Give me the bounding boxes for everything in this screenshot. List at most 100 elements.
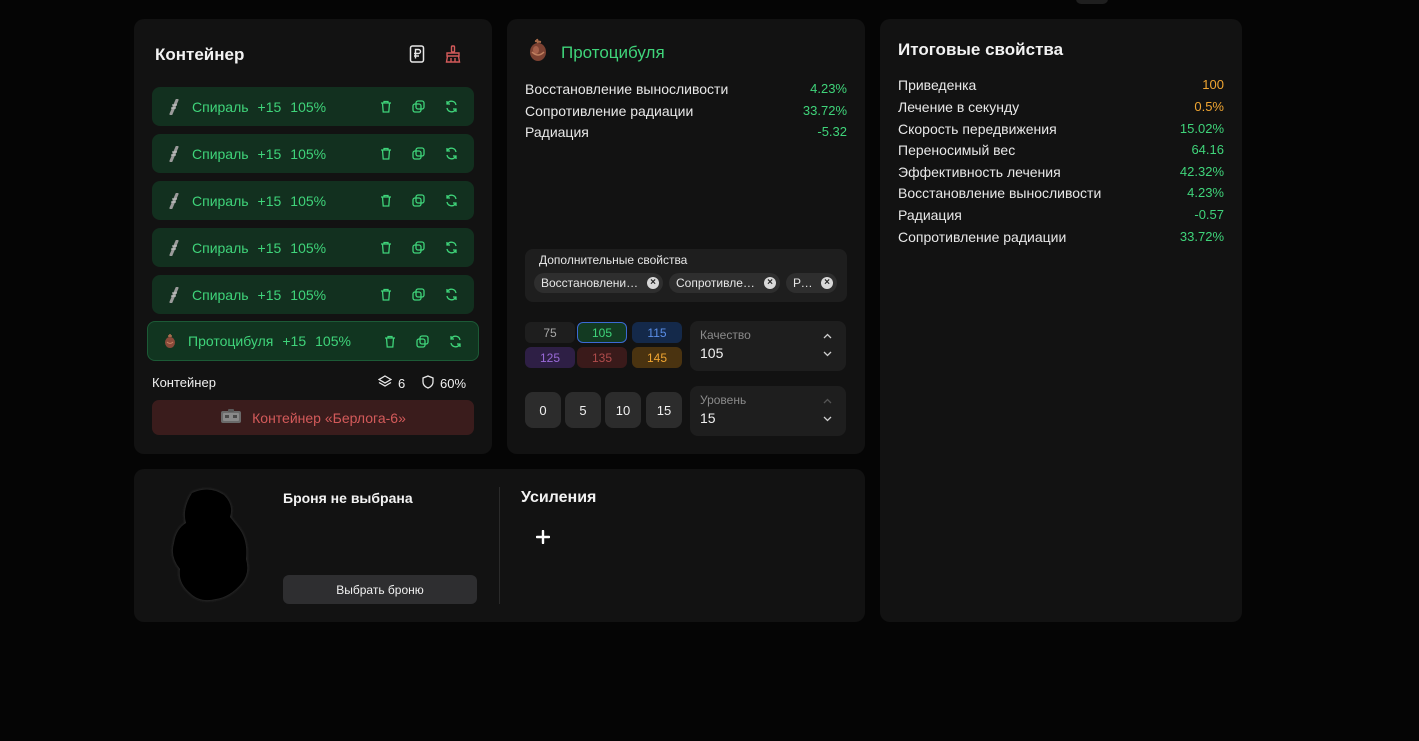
copy-icon[interactable] xyxy=(410,98,427,115)
refresh-icon[interactable] xyxy=(447,333,464,350)
summary-label: Восстановление выносливости xyxy=(898,185,1102,201)
property-label: Восстановление выносливости xyxy=(525,81,729,97)
close-icon[interactable]: × xyxy=(821,277,833,289)
extra-property-chip[interactable]: Восстановление выносливости × xyxy=(534,273,663,293)
summary-value: 4.23% xyxy=(1187,185,1224,200)
level-option-10[interactable]: 10 xyxy=(605,392,641,428)
property-value: 4.23% xyxy=(810,81,847,96)
trash-icon[interactable] xyxy=(381,333,398,350)
quality-stepper[interactable]: Качество 105 xyxy=(690,321,846,371)
artifact-property-row: Сопротивление радиации 33.72% xyxy=(525,103,847,119)
property-label: Сопротивление радиации xyxy=(525,103,694,119)
summary-panel: Итоговые свойства Приведенка 100 Лечение в… xyxy=(880,19,1242,622)
broom-icon[interactable] xyxy=(443,44,463,64)
chevron-up-icon[interactable] xyxy=(822,396,832,406)
slot-item-quality: 105% xyxy=(290,192,327,209)
summary-row: Восстановление выносливости 4.23% xyxy=(898,185,1224,201)
summary-label: Скорость передвижения xyxy=(898,121,1057,137)
slot-item-level: +15 xyxy=(257,145,282,162)
container-title: Контейнер xyxy=(155,45,245,64)
ruble-icon[interactable] xyxy=(407,44,427,64)
level-label: Уровень xyxy=(700,393,747,407)
copy-icon[interactable] xyxy=(414,333,431,350)
artifact-slot[interactable]: Спираль +15 105% xyxy=(152,275,474,314)
add-boost-button[interactable] xyxy=(530,526,556,552)
refresh-icon[interactable] xyxy=(443,192,460,209)
quality-option-145[interactable]: 145 xyxy=(632,347,682,368)
summary-label: Радиация xyxy=(898,207,962,223)
summary-label: Эффективность лечения xyxy=(898,164,1061,180)
level-stepper[interactable]: Уровень 15 xyxy=(690,386,846,436)
extra-property-chip[interactable]: Радиация × xyxy=(786,273,837,293)
level-option-15[interactable]: 15 xyxy=(646,392,682,428)
summary-row: Приведенка 100 xyxy=(898,77,1224,93)
refresh-icon[interactable] xyxy=(443,145,460,162)
copy-icon[interactable] xyxy=(410,192,427,209)
copy-icon[interactable] xyxy=(410,239,427,256)
slots-count: 6 xyxy=(377,375,405,392)
container-footer-label: Контейнер xyxy=(152,375,216,390)
copy-icon[interactable] xyxy=(410,286,427,303)
level-option-0[interactable]: 0 xyxy=(525,392,561,428)
divider xyxy=(499,487,500,604)
quality-value: 105 xyxy=(700,345,724,361)
artifact-panel: Протоцибуля Восстановление выносливости … xyxy=(507,19,865,454)
quality-option-105[interactable]: 105 xyxy=(577,322,627,343)
close-icon[interactable]: × xyxy=(647,277,659,289)
slot-item-name: Спираль xyxy=(192,145,249,162)
close-icon[interactable]: × xyxy=(764,277,776,289)
spiral-artifact-icon xyxy=(166,145,182,162)
spiral-artifact-icon xyxy=(166,286,182,303)
summary-label: Лечение в секунду xyxy=(898,99,1020,115)
container-select-button[interactable]: Контейнер «Берлога-6» xyxy=(152,400,474,435)
artifact-slot[interactable]: Спираль +15 105% xyxy=(152,87,474,126)
summary-row: Переносимый вес 64.16 xyxy=(898,142,1224,158)
slot-item-level: +15 xyxy=(257,98,282,115)
extra-properties-title: Дополнительные свойства xyxy=(539,253,688,267)
summary-value: -0.57 xyxy=(1194,207,1224,222)
extra-property-chip[interactable]: Сопротивление радиации × xyxy=(669,273,780,293)
summary-label: Сопротивление радиации xyxy=(898,229,1067,245)
armor-panel: Броня не выбрана Выбрать броню Усиления xyxy=(134,469,865,622)
trash-icon[interactable] xyxy=(377,145,394,162)
quality-option-115[interactable]: 115 xyxy=(632,322,682,343)
artifact-slot[interactable]: Спираль +15 105% xyxy=(152,181,474,220)
extra-properties-box: Дополнительные свойства Восстановление в… xyxy=(525,249,847,302)
artifact-slot[interactable]: Спираль +15 105% xyxy=(152,134,474,173)
refresh-icon[interactable] xyxy=(443,286,460,303)
trash-icon[interactable] xyxy=(377,286,394,303)
boosts-title: Усиления xyxy=(521,489,597,506)
plus-icon xyxy=(535,529,551,549)
chevron-up-icon[interactable] xyxy=(822,331,832,341)
summary-label: Переносимый вес xyxy=(898,142,1016,158)
summary-value: 42.32% xyxy=(1179,164,1224,179)
trash-icon[interactable] xyxy=(377,192,394,209)
copy-icon[interactable] xyxy=(410,145,427,162)
slot-item-quality: 105% xyxy=(290,286,327,303)
artifact-slot[interactable]: Спираль +15 105% xyxy=(152,228,474,267)
quality-option-75[interactable]: 75 xyxy=(525,322,575,343)
quality-option-135[interactable]: 135 xyxy=(577,347,627,368)
refresh-icon[interactable] xyxy=(443,98,460,115)
trash-icon[interactable] xyxy=(377,239,394,256)
level-option-5[interactable]: 5 xyxy=(565,392,601,428)
slot-item-level: +15 xyxy=(282,333,307,349)
refresh-icon[interactable] xyxy=(443,239,460,256)
quality-option-125[interactable]: 125 xyxy=(525,347,575,368)
protection-value: 60% xyxy=(440,376,467,391)
summary-value: 64.16 xyxy=(1191,142,1224,157)
property-value: 33.72% xyxy=(802,103,847,118)
chevron-down-icon[interactable] xyxy=(822,414,832,424)
slot-item-name: Спираль xyxy=(192,98,249,115)
property-value: -5.32 xyxy=(817,124,847,139)
choose-armor-button[interactable]: Выбрать броню xyxy=(283,575,477,604)
protection-info: 60% xyxy=(422,375,466,392)
chevron-down-icon[interactable] xyxy=(822,349,832,359)
artifact-header: Протоцибуля xyxy=(525,37,665,68)
slot-item-quality: 105% xyxy=(290,145,327,162)
slot-item-quality: 105% xyxy=(315,333,351,349)
artifact-slot-active[interactable]: Протоцибуля +15 105% xyxy=(147,321,479,361)
artifact-property-row: Радиация -5.32 xyxy=(525,124,847,140)
protocibulya-artifact-icon xyxy=(525,37,551,68)
trash-icon[interactable] xyxy=(377,98,394,115)
